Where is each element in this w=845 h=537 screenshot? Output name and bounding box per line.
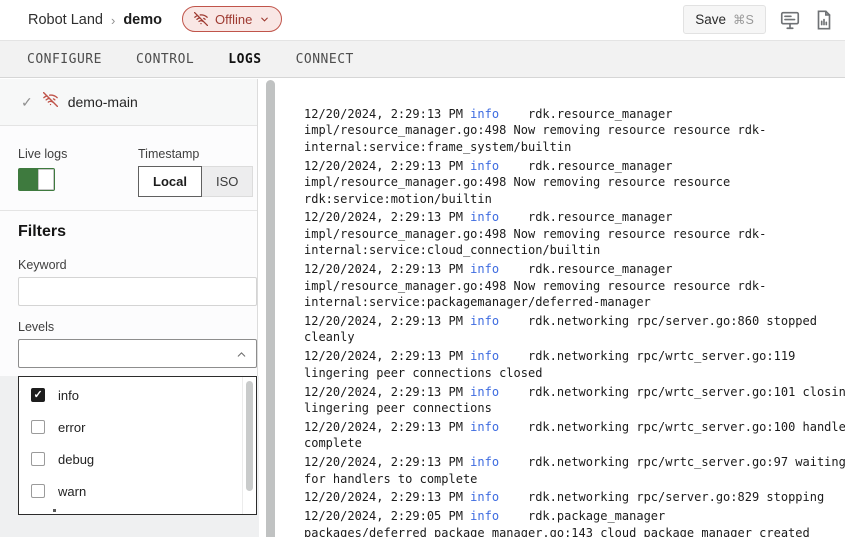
log-level: info (470, 314, 499, 328)
info-checkbox[interactable] (31, 388, 45, 402)
save-shortcut: ⌘S (733, 12, 754, 27)
log-entry: 12/20/2024, 2:29:13 PM info rdk.networki… (304, 454, 845, 487)
log-entry: 12/20/2024, 2:29:13 PM info rdk.resource… (304, 261, 845, 310)
log-entry: 12/20/2024, 2:29:13 PM info rdk.resource… (304, 158, 845, 207)
keyword-label: Keyword (18, 258, 67, 272)
log-level: info (470, 159, 499, 173)
log-level: info (470, 210, 499, 224)
timestamp-segmented-control: Local ISO (138, 166, 253, 197)
level-option-label: warn (58, 484, 86, 499)
log-level: info (470, 490, 499, 504)
live-logs-toggle[interactable] (18, 168, 55, 191)
document-stats-icon[interactable] (813, 9, 835, 31)
log-level: info (470, 107, 499, 121)
debug-checkbox[interactable] (31, 452, 45, 466)
log-entry: 12/20/2024, 2:29:13 PM info rdk.networki… (304, 313, 845, 346)
part-name: demo-main (68, 94, 138, 110)
log-level: info (470, 349, 499, 363)
dropdown-scrollbar[interactable] (242, 377, 256, 514)
clipped-option-fragment (53, 509, 56, 512)
level-option-warn[interactable]: warn (19, 475, 256, 507)
log-list: 12/20/2024, 2:29:13 PM info rdk.resource… (304, 106, 845, 537)
save-label: Save (695, 12, 726, 27)
level-option-label: debug (58, 452, 94, 467)
levels-label: Levels (18, 320, 54, 334)
log-level: info (470, 385, 499, 399)
check-icon: ✓ (21, 94, 33, 111)
tab-configure[interactable]: CONFIGURE (27, 52, 102, 67)
breadcrumb-org[interactable]: Robot Land (28, 12, 103, 28)
breadcrumb-machine[interactable]: demo (123, 12, 162, 28)
level-option-label: error (58, 420, 85, 435)
app-window: Robot Land › demo Offline Save ⌘S (0, 0, 845, 537)
tab-connect[interactable]: CONNECT (296, 52, 354, 67)
log-level: info (470, 420, 499, 434)
tab-control[interactable]: CONTROL (136, 52, 194, 67)
log-scrollbar-thumb[interactable] (266, 80, 275, 537)
log-level: info (470, 509, 499, 523)
log-entry: 12/20/2024, 2:29:13 PM info rdk.resource… (304, 209, 845, 258)
keyword-input[interactable] (18, 277, 257, 306)
level-option-label: info (58, 388, 79, 403)
timestamp-iso-button[interactable]: ISO (202, 166, 253, 197)
level-option-info[interactable]: info (19, 379, 256, 411)
levels-select[interactable] (18, 339, 257, 368)
wifi-off-icon (194, 12, 208, 26)
logs-sidebar: ✓ demo-main Live logs Timestamp Local IS… (0, 79, 258, 376)
log-entry: 12/20/2024, 2:29:13 PM info rdk.resource… (304, 106, 845, 155)
log-entry: 12/20/2024, 2:29:13 PM info rdk.networki… (304, 348, 845, 381)
live-logs-label: Live logs (18, 147, 67, 161)
status-label: Offline (215, 12, 252, 27)
wifi-off-icon (43, 92, 58, 112)
log-entry: 12/20/2024, 2:29:13 PM info rdk.networki… (304, 489, 845, 505)
top-bar: Robot Land › demo Offline Save ⌘S (0, 0, 845, 40)
breadcrumb: Robot Land › demo (28, 0, 162, 40)
log-level: info (470, 455, 499, 469)
log-entry: 12/20/2024, 2:29:13 PM info rdk.networki… (304, 419, 845, 452)
log-level: info (470, 262, 499, 276)
level-option-debug[interactable]: debug (19, 443, 256, 475)
levels-dropdown-panel: info error debug warn (18, 376, 257, 515)
chevron-up-icon (235, 348, 248, 366)
filters-title: Filters (18, 223, 66, 241)
log-entry: 12/20/2024, 2:29:13 PM info rdk.networki… (304, 384, 845, 417)
timestamp-local-button[interactable]: Local (138, 166, 202, 197)
part-row-demo-main[interactable]: ✓ demo-main (0, 79, 257, 126)
error-checkbox[interactable] (31, 420, 45, 434)
dropdown-scrollbar-thumb[interactable] (246, 381, 253, 491)
chevron-down-icon (259, 14, 270, 25)
log-pane: 12/20/2024, 2:29:13 PM info rdk.resource… (259, 79, 845, 537)
level-option-error[interactable]: error (19, 411, 256, 443)
log-entry: 12/20/2024, 2:29:05 PM info rdk.package_… (304, 508, 845, 537)
offline-status-badge[interactable]: Offline (182, 6, 282, 32)
breadcrumb-separator: › (111, 13, 115, 28)
sidebar-divider (0, 210, 257, 211)
toggle-knob (38, 169, 54, 190)
tab-logs[interactable]: LOGS (228, 52, 261, 67)
tab-bar: CONFIGURE CONTROL LOGS CONNECT (0, 40, 845, 78)
save-button[interactable]: Save ⌘S (683, 5, 766, 34)
timestamp-label: Timestamp (138, 147, 199, 161)
monitor-icon[interactable] (779, 9, 801, 31)
warn-checkbox[interactable] (31, 484, 45, 498)
